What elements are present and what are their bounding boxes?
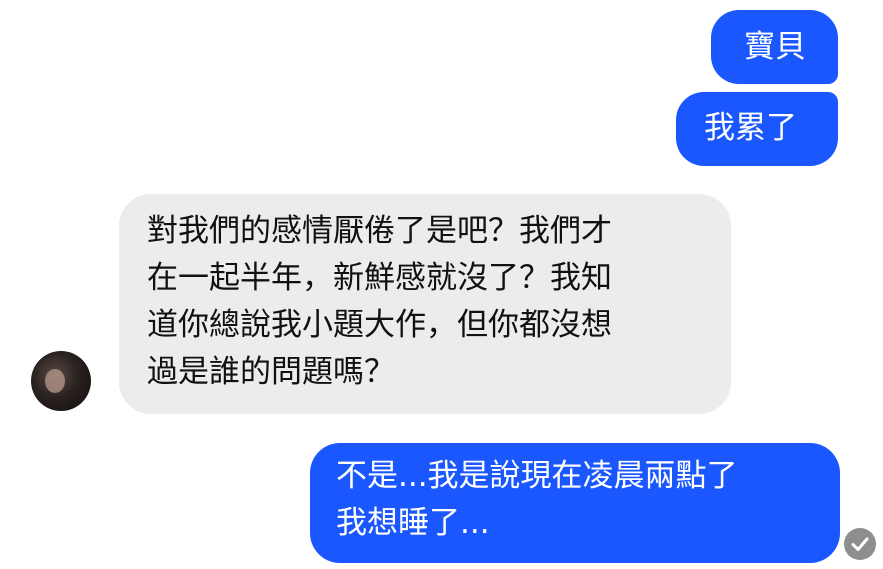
message-text: 我累了 — [704, 110, 797, 146]
outgoing-message[interactable]: 寶貝 — [711, 10, 838, 84]
message-text-line: 對我們的感情厭倦了是吧？我們才 — [147, 213, 612, 249]
avatar-face — [45, 369, 65, 393]
message-text-line: 道你總說我小題大作，但你都沒想 — [147, 307, 612, 343]
message-text-line: 不是...我是說現在凌晨兩點了 — [336, 458, 738, 494]
outgoing-message[interactable]: 我累了 — [676, 92, 838, 166]
contact-avatar[interactable] — [31, 351, 91, 411]
message-text-line: 我想睡了... — [336, 505, 490, 541]
message-text-line: 過是誰的問題嗎？ — [147, 354, 395, 390]
checkmark-icon — [851, 537, 869, 551]
message-text-line: 在一起半年，新鮮感就沒了？我知 — [147, 260, 612, 296]
incoming-message[interactable]: 對我們的感情厭倦了是吧？我們才 在一起半年，新鮮感就沒了？我知 道你總說我小題大… — [119, 194, 731, 414]
check-circle-icon — [844, 528, 876, 560]
outgoing-message[interactable]: 不是...我是說現在凌晨兩點了 我想睡了... — [310, 443, 840, 563]
message-text: 寶貝 — [744, 29, 806, 65]
